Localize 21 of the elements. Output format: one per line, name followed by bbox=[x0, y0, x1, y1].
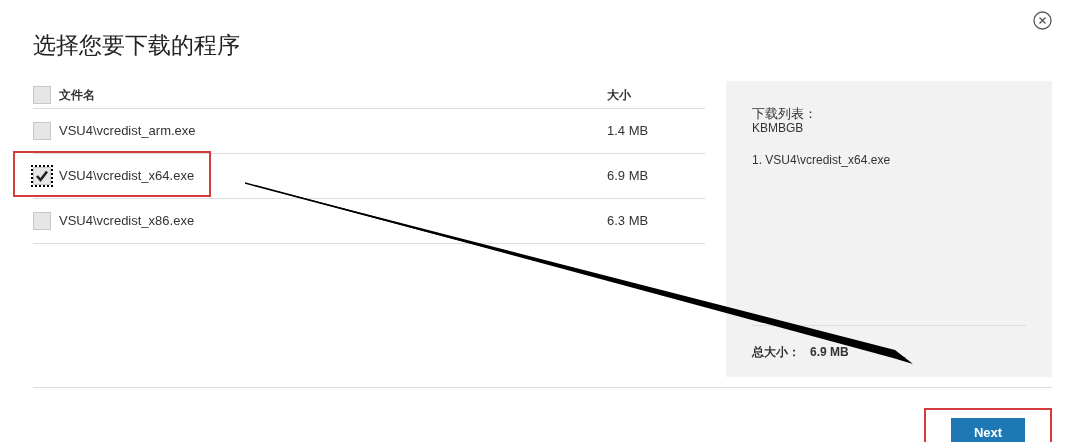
column-header: 大小 bbox=[607, 86, 631, 104]
file-size: 6.3 MB bbox=[607, 212, 649, 231]
file-name: VSU4\vcredist_arm.exe bbox=[59, 122, 197, 141]
summary-item: 1. VSU4\vcredist_x64.exe bbox=[752, 152, 892, 169]
file-name: VSU4\vcredist_x64.exe bbox=[59, 167, 196, 186]
next-button[interactable]: Next bbox=[951, 418, 1025, 442]
close-icon[interactable] bbox=[1033, 11, 1052, 30]
summary-code: KBMBGB bbox=[752, 121, 805, 135]
column-header: 文件名 bbox=[59, 86, 96, 104]
checkbox[interactable] bbox=[33, 212, 51, 230]
total-value: 6.9 MB bbox=[810, 343, 849, 361]
summary-heading: 下载列表： bbox=[752, 107, 818, 121]
file-size: 6.9 MB bbox=[607, 167, 649, 186]
checkbox[interactable] bbox=[33, 122, 51, 140]
file-size: 1.4 MB bbox=[607, 122, 649, 141]
checkbox[interactable] bbox=[33, 167, 51, 185]
total-label: 总大小： bbox=[752, 343, 800, 361]
checkmark-icon bbox=[35, 169, 49, 183]
file-name: VSU4\vcredist_x86.exe bbox=[59, 212, 196, 231]
page-title: 选择您要下载的程序 bbox=[33, 31, 241, 60]
checkbox[interactable] bbox=[33, 85, 51, 104]
